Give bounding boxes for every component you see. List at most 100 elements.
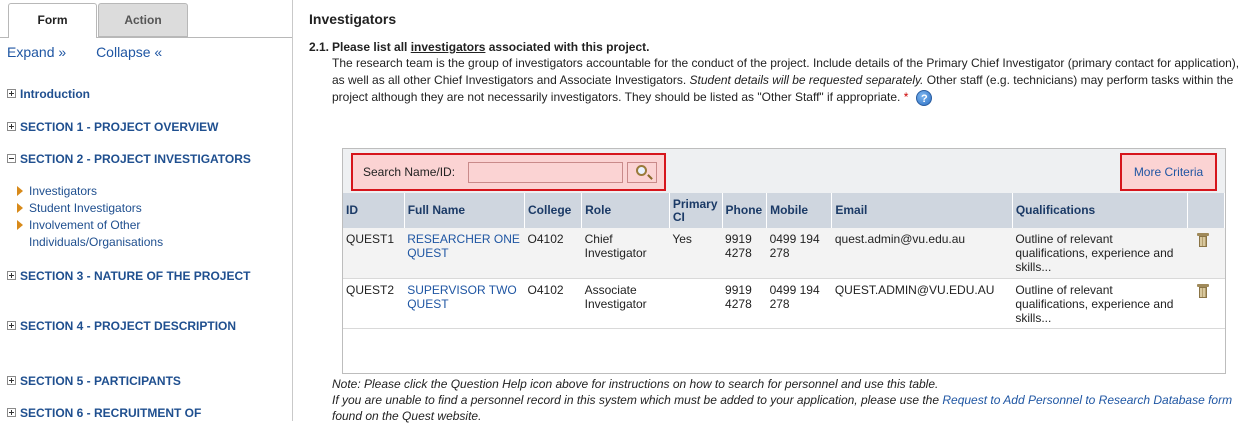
cell-college: O4102 bbox=[524, 278, 582, 329]
investigators-table-panel: Search Name/ID: More Criteria ID Full Na… bbox=[342, 148, 1226, 374]
cell-role: Associate Investigator bbox=[581, 278, 670, 329]
nav-section-label: SECTION 5 - PARTICIPANTS bbox=[20, 374, 181, 388]
nav-section-introduction[interactable]: Introduction bbox=[7, 85, 287, 103]
column-header-college[interactable]: College bbox=[524, 193, 583, 228]
sidebar-item-student-investigators[interactable]: Student Investigators bbox=[15, 199, 285, 217]
question-number: 2.1. bbox=[309, 40, 330, 54]
main-content: Investigators 2.1. Please list all inves… bbox=[304, 0, 1248, 424]
sidebar-item-label: Investigators bbox=[29, 184, 98, 198]
cell-primary-ci bbox=[669, 278, 723, 329]
nav-section-label: SECTION 1 - PROJECT OVERVIEW bbox=[20, 120, 219, 134]
cell-actions bbox=[1187, 228, 1225, 279]
question-title-text: Please list all bbox=[332, 40, 411, 54]
nav-section-2[interactable]: SECTION 2 - PROJECT INVESTIGATORS bbox=[7, 150, 287, 168]
sidebar-item-investigators[interactable]: Investigators bbox=[15, 182, 285, 200]
cell-email: QUEST.ADMIN@VU.EDU.AU bbox=[831, 278, 1013, 329]
search-label: Search Name/ID: bbox=[363, 165, 456, 179]
sidebar-tabs: Form Action bbox=[0, 0, 292, 40]
question-title: Please list all investigators associated… bbox=[332, 40, 649, 54]
magnifier-icon bbox=[636, 165, 647, 176]
plus-box-icon bbox=[7, 408, 16, 418]
cell-phone: 9919 4278 bbox=[722, 278, 767, 329]
nav-section-label: SECTION 2 - PROJECT INVESTIGATORS bbox=[20, 152, 251, 166]
cell-college: O4102 bbox=[524, 228, 582, 279]
tab-action[interactable]: Action bbox=[98, 3, 188, 37]
cell-mobile: 0499 194 278 bbox=[766, 228, 832, 279]
search-input[interactable] bbox=[468, 162, 623, 183]
table-row: QUEST1 RESEARCHER ONE QUEST O4102 Chief … bbox=[343, 228, 1225, 279]
minus-box-icon bbox=[7, 154, 16, 164]
note-line-1: Note: Please click the Question Help ico… bbox=[332, 377, 939, 391]
nav-section-6[interactable]: SECTION 6 - RECRUITMENT OF bbox=[7, 404, 287, 422]
sidebar-item-involvement-of-other[interactable]: Involvement of Other Individuals/Organis… bbox=[15, 216, 285, 251]
cell-actions bbox=[1187, 278, 1225, 329]
column-header-qualifications[interactable]: Qualifications bbox=[1012, 193, 1189, 228]
search-highlight: Search Name/ID: bbox=[351, 153, 666, 191]
column-header-role[interactable]: Role bbox=[581, 193, 670, 228]
question-body-italic: Student details will be requested separa… bbox=[689, 73, 924, 87]
sidebar-item-label-cont: Individuals/Organisations bbox=[29, 235, 164, 249]
help-icon[interactable]: ? bbox=[916, 89, 933, 106]
request-add-personnel-link[interactable]: Request to Add Personnel to Research Dat… bbox=[942, 393, 1232, 407]
triangle-bullet-icon bbox=[17, 220, 23, 230]
more-criteria-link[interactable]: More Criteria bbox=[1120, 153, 1217, 191]
column-header-full-name[interactable]: Full Name bbox=[404, 193, 526, 228]
cell-mobile: 0499 194 278 bbox=[766, 278, 832, 329]
sidebar: Form Action Expand » Collapse « Introduc… bbox=[0, 0, 293, 421]
investigators-table: ID Full Name College Role Primary CI Pho… bbox=[343, 193, 1225, 329]
required-marker: * bbox=[903, 90, 909, 104]
column-header-primary-ci[interactable]: Primary CI bbox=[669, 193, 723, 228]
expand-link[interactable]: Expand » bbox=[7, 44, 66, 60]
cell-primary-ci: Yes bbox=[669, 228, 723, 279]
column-header-email[interactable]: Email bbox=[831, 193, 1013, 228]
column-header-actions bbox=[1187, 193, 1225, 228]
investigators-glossary-link[interactable]: investigators bbox=[411, 40, 486, 54]
nav-section-label: SECTION 3 - NATURE OF THE PROJECT bbox=[20, 269, 251, 283]
nav-section-3[interactable]: SECTION 3 - NATURE OF THE PROJECT bbox=[7, 267, 287, 285]
plus-box-icon bbox=[7, 321, 16, 331]
note-line-2-text: If you are unable to find a personnel re… bbox=[332, 393, 943, 407]
plus-box-icon bbox=[7, 89, 16, 99]
triangle-bullet-icon bbox=[17, 203, 23, 213]
page-title: Investigators bbox=[309, 11, 397, 27]
trash-icon[interactable] bbox=[1196, 283, 1209, 299]
nav-section-4[interactable]: SECTION 4 - PROJECT DESCRIPTION bbox=[7, 317, 287, 335]
question-title-text-end: associated with this project. bbox=[485, 40, 650, 54]
collapse-link[interactable]: Collapse « bbox=[96, 44, 162, 60]
cell-email: quest.admin@vu.edu.au bbox=[831, 228, 1013, 279]
trash-can bbox=[1198, 236, 1207, 247]
column-header-id[interactable]: ID bbox=[343, 193, 405, 228]
person-name-link[interactable]: RESEARCHER ONE QUEST bbox=[407, 232, 520, 260]
plus-box-icon bbox=[7, 122, 16, 132]
column-header-phone[interactable]: Phone bbox=[722, 193, 768, 228]
nav-section-label: Introduction bbox=[20, 87, 90, 101]
tab-form[interactable]: Form bbox=[8, 3, 97, 38]
question-description: The research team is the group of invest… bbox=[332, 55, 1242, 106]
tab-divider-gap bbox=[9, 37, 96, 38]
section-2-subitems: Investigators Student Investigators Invo… bbox=[15, 182, 285, 251]
cell-role: Chief Investigator bbox=[581, 228, 670, 279]
plus-box-icon bbox=[7, 271, 16, 281]
trash-can bbox=[1198, 286, 1207, 298]
search-button[interactable] bbox=[627, 162, 657, 183]
note-line-2: If you are unable to find a personnel re… bbox=[332, 392, 1242, 424]
nav-section-1[interactable]: SECTION 1 - PROJECT OVERVIEW bbox=[7, 118, 287, 136]
sidebar-item-label: Student Investigators bbox=[29, 201, 142, 215]
column-header-mobile[interactable]: Mobile bbox=[766, 193, 833, 228]
table-row: QUEST2 SUPERVISOR TWO QUEST O4102 Associ… bbox=[343, 278, 1225, 329]
plus-box-icon bbox=[7, 376, 16, 386]
cell-qualifications: Outline of relevant qualifications, expe… bbox=[1012, 228, 1188, 279]
table-header-row: ID Full Name College Role Primary CI Pho… bbox=[343, 193, 1225, 228]
nav-section-5[interactable]: SECTION 5 - PARTICIPANTS bbox=[7, 372, 287, 390]
person-name-link[interactable]: SUPERVISOR TWO QUEST bbox=[407, 283, 517, 311]
search-bar: Search Name/ID: More Criteria bbox=[343, 149, 1225, 193]
nav-section-label: SECTION 4 - PROJECT DESCRIPTION bbox=[20, 319, 237, 333]
sidebar-item-label: Involvement of Other bbox=[29, 218, 141, 232]
help-note: Note: Please click the Question Help ico… bbox=[332, 376, 1242, 424]
expand-collapse-controls: Expand » Collapse « bbox=[7, 44, 162, 60]
cell-id: QUEST2 bbox=[343, 278, 405, 329]
cell-qualifications: Outline of relevant qualifications, expe… bbox=[1012, 278, 1188, 329]
nav-section-label: SECTION 6 - RECRUITMENT OF bbox=[20, 406, 202, 420]
cell-id: QUEST1 bbox=[343, 228, 405, 279]
trash-icon[interactable] bbox=[1196, 232, 1209, 248]
